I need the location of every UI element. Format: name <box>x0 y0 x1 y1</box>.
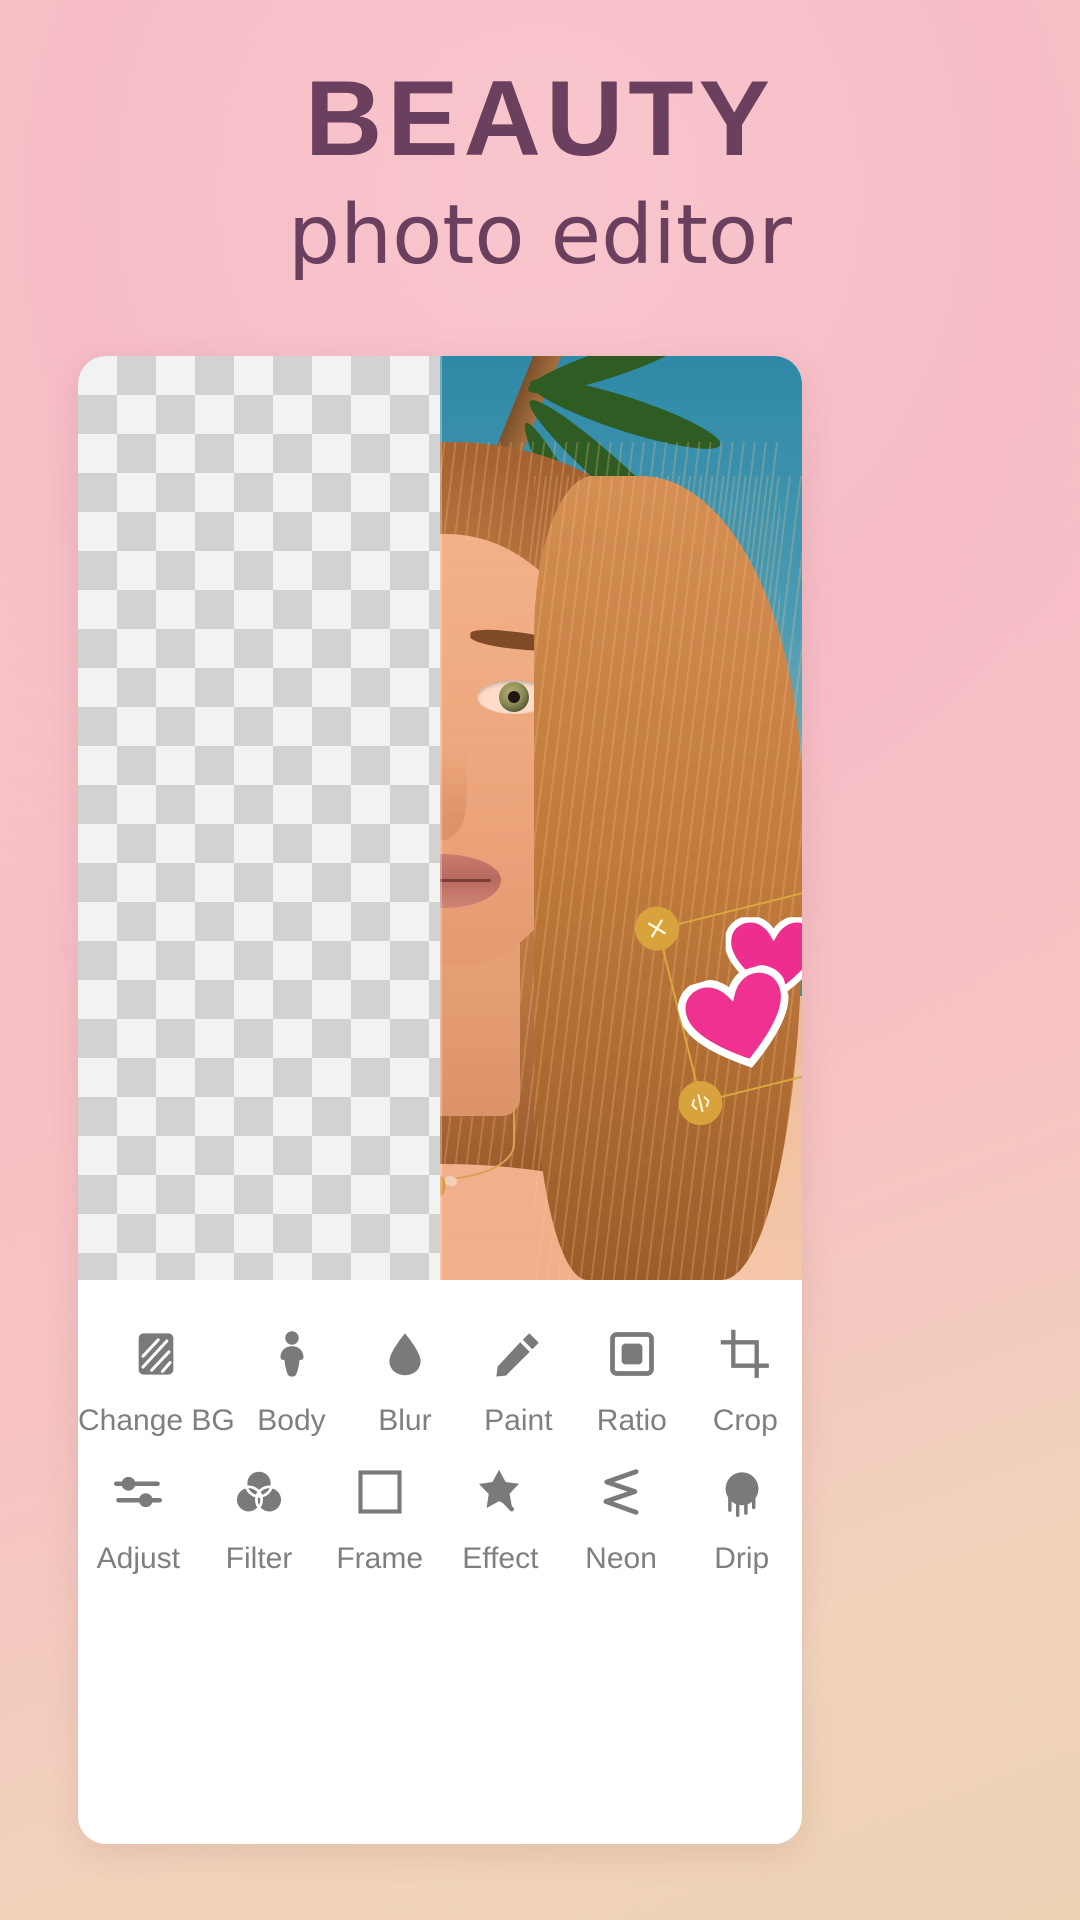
tool-label: Frame <box>336 1542 424 1575</box>
tool-label: Paint <box>484 1404 553 1437</box>
tool-label: Change BG <box>78 1404 235 1437</box>
tool-paint[interactable]: Paint <box>462 1310 575 1448</box>
three-circles-icon <box>229 1462 289 1522</box>
tool-adjust[interactable]: Adjust <box>78 1448 199 1586</box>
tool-crop[interactable]: Crop <box>689 1310 802 1448</box>
tool-label: Adjust <box>96 1542 181 1575</box>
photo-canvas[interactable] <box>78 356 802 1280</box>
close-icon <box>647 919 666 938</box>
promo-header: BEAUTY photo editor <box>0 0 1080 288</box>
tool-label: Filter <box>225 1542 293 1575</box>
zigzag-icon <box>591 1462 651 1522</box>
tool-change-bg[interactable]: Change BG <box>78 1310 235 1448</box>
tool-ratio[interactable]: Ratio <box>575 1310 688 1448</box>
tool-label: Effect <box>462 1542 539 1575</box>
double-heart-sticker[interactable] <box>677 917 802 1068</box>
tool-label: Neon <box>585 1542 657 1575</box>
tool-neon[interactable]: Neon <box>561 1448 682 1586</box>
page-title: BEAUTY <box>305 58 775 178</box>
toolbar-row-2: Adjust Filter Frame Effect Neon Drip <box>78 1448 802 1586</box>
crop-icon <box>715 1324 775 1384</box>
heart-shape-lower <box>673 960 802 1083</box>
square-outline-icon <box>350 1462 410 1522</box>
page-subtitle: photo editor <box>288 188 792 284</box>
droplet-icon <box>375 1324 435 1384</box>
tool-effect[interactable]: Effect <box>440 1448 561 1586</box>
editor-toolbar: Change BG Body Blur Paint Ratio Crop Adj… <box>78 1280 802 1844</box>
magic-star-icon <box>470 1462 530 1522</box>
phone-mockup: Change BG Body Blur Paint Ratio Crop Adj… <box>78 356 802 1844</box>
checker-square-icon <box>126 1324 186 1384</box>
tool-filter[interactable]: Filter <box>199 1448 320 1586</box>
body-silhouette-icon <box>262 1324 322 1384</box>
flip-icon <box>691 1094 710 1113</box>
toolbar-row-1: Change BG Body Blur Paint Ratio Crop <box>78 1310 802 1448</box>
tool-body[interactable]: Body <box>235 1310 348 1448</box>
tool-label: Blur <box>378 1404 432 1437</box>
before-after-split-line <box>440 356 442 1280</box>
transparency-checkerboard <box>78 356 440 1280</box>
drip-blob-icon <box>712 1462 772 1522</box>
pencil-icon <box>488 1324 548 1384</box>
sliders-icon <box>108 1462 168 1522</box>
after-filter-overlay <box>440 356 802 1280</box>
tool-blur[interactable]: Blur <box>348 1310 461 1448</box>
tool-label: Ratio <box>596 1404 667 1437</box>
tool-label: Drip <box>714 1542 770 1575</box>
tool-drip[interactable]: Drip <box>681 1448 802 1586</box>
square-in-square-icon <box>602 1324 662 1384</box>
tool-label: Body <box>257 1404 326 1437</box>
tool-frame[interactable]: Frame <box>319 1448 440 1586</box>
tool-label: Crop <box>712 1404 778 1437</box>
